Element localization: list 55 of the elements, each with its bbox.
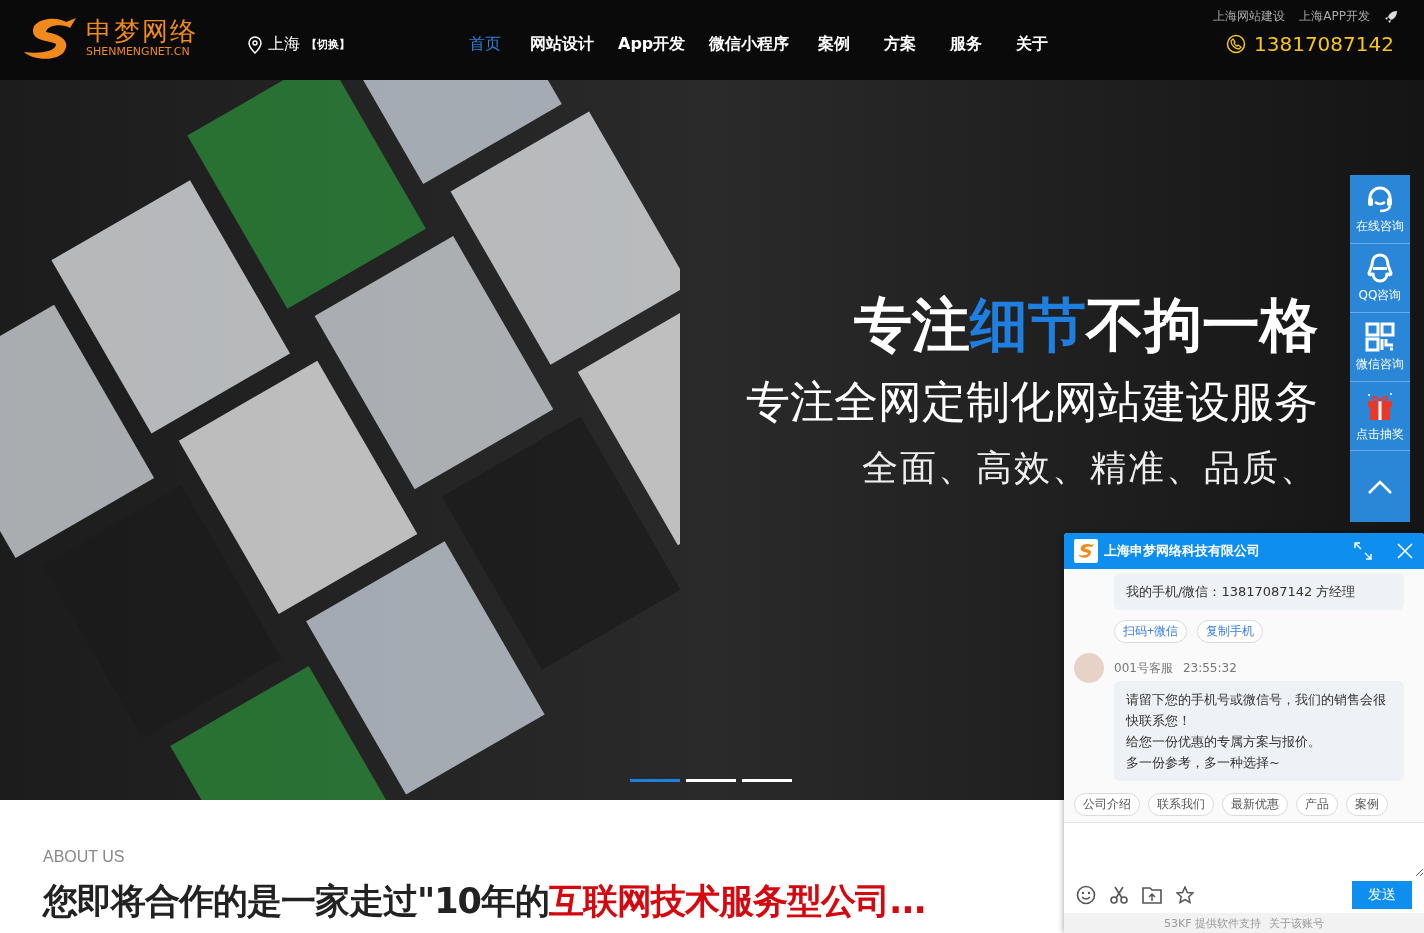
nav-link[interactable]: 案例 bbox=[801, 34, 868, 55]
folder-upload-icon[interactable] bbox=[1142, 886, 1162, 904]
penguin-icon bbox=[1366, 252, 1394, 283]
expand-icon[interactable] bbox=[1354, 542, 1372, 560]
nav-link[interactable]: 方案 bbox=[867, 34, 934, 55]
top-link[interactable]: 上海APP开发 bbox=[1299, 8, 1370, 25]
quick-reply-button[interactable]: 产品 bbox=[1296, 793, 1338, 816]
qr-code-icon bbox=[1365, 321, 1395, 352]
location-pin-icon bbox=[248, 35, 262, 54]
chat-message: 请留下您的手机号或微信号，我们的销售会很快联系您！ 给您一份优惠的专属方案与报价。 多一份参考，多一种选择~ bbox=[1114, 681, 1404, 781]
hero-headline: 专注细节不拘一格 bbox=[854, 290, 1318, 360]
nav-link[interactable]: 微信小程序 bbox=[697, 34, 802, 55]
city-label: 上海 bbox=[268, 34, 300, 55]
nav-link[interactable]: 关于 bbox=[999, 34, 1066, 55]
close-icon[interactable] bbox=[1396, 542, 1414, 560]
float-menu-label: 在线咨询 bbox=[1356, 217, 1404, 235]
logo-text: 申梦网络 bbox=[86, 16, 198, 46]
float-menu-item[interactable]: QQ咨询 bbox=[1350, 244, 1410, 313]
nav-link[interactable]: 首页 bbox=[452, 34, 518, 55]
nav-link[interactable]: 网站设计 bbox=[518, 34, 606, 55]
star-icon[interactable] bbox=[1176, 886, 1194, 904]
quick-reply-button[interactable]: 联系我们 bbox=[1148, 793, 1214, 816]
emoji-icon[interactable] bbox=[1076, 885, 1096, 905]
city-switch-link[interactable]: 【切换】 bbox=[306, 37, 350, 52]
message-input-field[interactable] bbox=[1064, 823, 1424, 877]
chat-action-button[interactable]: 扫码+微信 bbox=[1114, 620, 1187, 643]
phone-number[interactable]: 13817087142 bbox=[1254, 32, 1394, 56]
scissors-icon[interactable] bbox=[1110, 886, 1128, 904]
float-menu-item[interactable]: 在线咨询 bbox=[1350, 175, 1410, 244]
hero-subtitle: 专注全网定制化网站建设服务 bbox=[746, 375, 1318, 429]
chat-title: 上海申梦网络科技有限公司 bbox=[1104, 542, 1261, 560]
nav-link[interactable]: 服务 bbox=[933, 34, 1000, 55]
rocket-icon[interactable] bbox=[1384, 9, 1398, 24]
back-to-top-icon[interactable] bbox=[1367, 478, 1393, 495]
float-menu-label: 点击抽奖 bbox=[1356, 425, 1404, 443]
hero-tagline: 全面、高效、精准、品质、 bbox=[862, 446, 1318, 490]
agent-name: 001号客服 bbox=[1114, 659, 1173, 677]
float-menu-label: 微信咨询 bbox=[1356, 355, 1404, 373]
quick-reply-button[interactable]: 案例 bbox=[1346, 793, 1388, 816]
avatar-placeholder bbox=[1074, 653, 1104, 683]
quick-reply-button[interactable]: 最新优惠 bbox=[1222, 793, 1288, 816]
float-menu-item[interactable]: 点击抽奖 bbox=[1350, 382, 1410, 451]
company-logo-icon bbox=[1074, 539, 1098, 563]
float-menu-label: QQ咨询 bbox=[1358, 286, 1402, 304]
section-eyebrow: ABOUT US bbox=[43, 848, 126, 866]
chat-message: 我的手机/微信：13817087142 方经理 bbox=[1114, 573, 1404, 610]
float-menu-item[interactable]: 微信咨询 bbox=[1350, 313, 1410, 382]
logo-domain: SHENMENGNET.CN bbox=[86, 46, 191, 58]
phone-icon bbox=[1226, 34, 1246, 54]
nav-link[interactable]: App开发 bbox=[606, 34, 698, 55]
section-heading: 您即将合作的是一家走过"10年的互联网技术服务型公司... bbox=[43, 880, 926, 923]
message-time: 23:55:32 bbox=[1182, 661, 1237, 675]
top-link[interactable]: 上海网站建设 bbox=[1213, 8, 1286, 25]
quick-reply-button[interactable]: 公司介绍 bbox=[1074, 793, 1140, 816]
chat-action-button[interactable]: 复制手机 bbox=[1197, 620, 1263, 643]
